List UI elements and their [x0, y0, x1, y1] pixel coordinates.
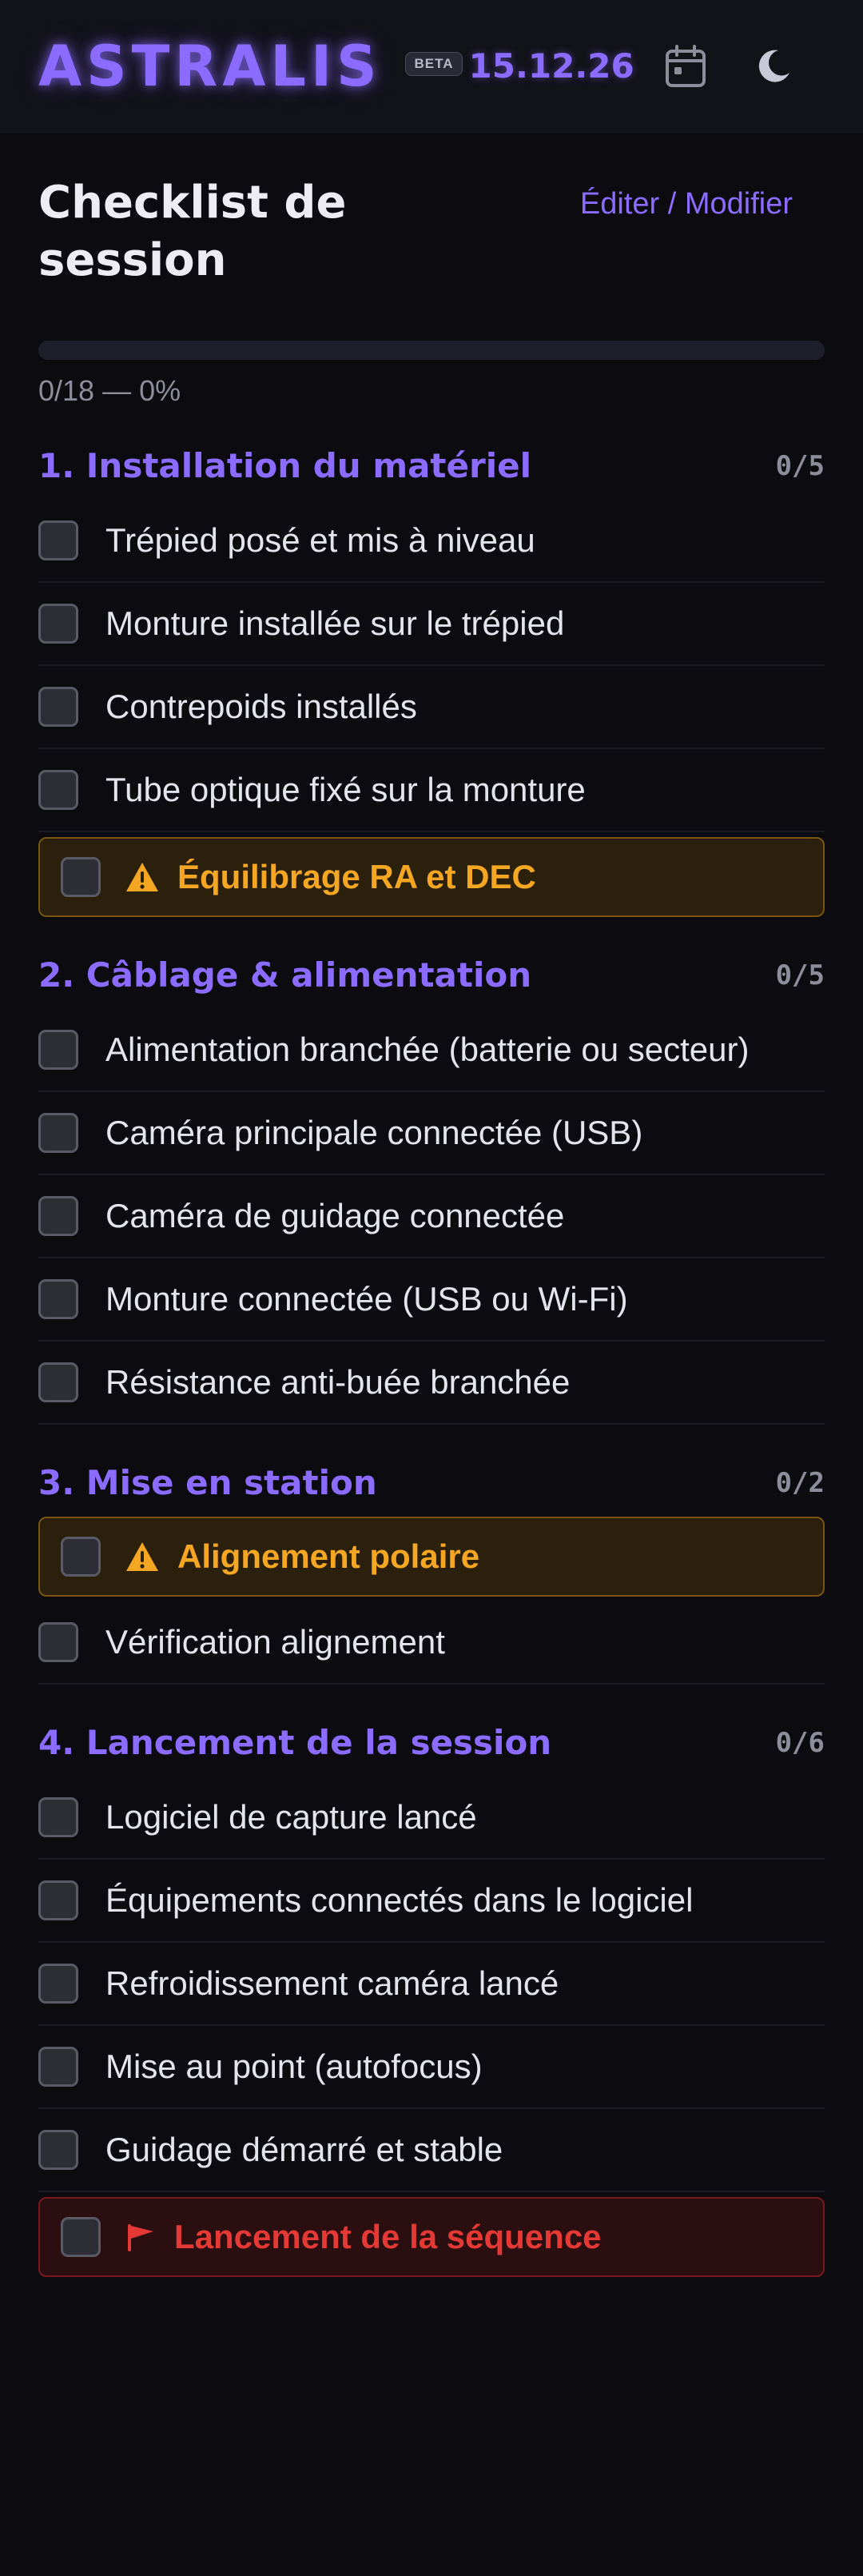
- section-header: 1. Installation du matériel 0/5: [38, 446, 825, 485]
- title-row: Checklist de session Éditer / Modifier: [38, 174, 825, 289]
- beta-badge: BETA: [405, 51, 463, 76]
- progress-text: 0/18 — 0%: [38, 374, 181, 407]
- app-logo[interactable]: ASTRALIS: [38, 38, 381, 94]
- section-header: 2. Câblage & alimentation 0/5: [38, 955, 825, 995]
- checklist-item-critical-danger[interactable]: Lancement de la séquence: [38, 2197, 825, 2277]
- checklist-item[interactable]: Tube optique fixé sur la monture: [38, 749, 825, 832]
- checklist-item-label: Monture installée sur le trépied: [105, 604, 565, 642]
- checklist-item[interactable]: Contrepoids installés: [38, 666, 825, 749]
- checklist-item[interactable]: Résistance anti-buée branchée: [38, 1342, 825, 1425]
- section-title: 3. Mise en station: [38, 1463, 377, 1502]
- checklist-item-label: Guidage démarré et stable: [105, 2131, 503, 2168]
- checklist-item[interactable]: Caméra de guidage connectée: [38, 1175, 825, 1258]
- section-title: 2. Câblage & alimentation: [38, 955, 532, 995]
- checklist-item-critical-warning[interactable]: Équilibrage RA et DEC: [38, 837, 825, 917]
- checklist-item[interactable]: Caméra principale connectée (USB): [38, 1092, 825, 1175]
- checklist-item-label: Caméra de guidage connectée: [105, 1197, 565, 1234]
- checklist-item-label: Contrepoids installés: [105, 688, 417, 725]
- checklist-item-label: Caméra principale connectée (USB): [105, 1114, 643, 1151]
- checklist-item-label: Lancement de la séquence: [174, 2218, 602, 2255]
- warning-icon: [126, 863, 158, 891]
- checklist-item-label: Tube optique fixé sur la monture: [105, 771, 586, 808]
- checkbox[interactable]: [38, 2047, 78, 2087]
- page-title: Checklist de session: [38, 177, 347, 286]
- checklist-item[interactable]: Logiciel de capture lancé: [38, 1776, 825, 1860]
- section-header: 4. Lancement de la session 0/6: [38, 1723, 825, 1762]
- checklist-item-label: Équipements connectés dans le logiciel: [105, 1881, 694, 1919]
- checklist-item[interactable]: Monture installée sur le trépied: [38, 583, 825, 666]
- checkbox[interactable]: [38, 1279, 78, 1319]
- checklist-item-label: Vérification alignement: [105, 1623, 445, 1661]
- checklist-item-label: Mise au point (autofocus): [105, 2048, 483, 2085]
- checklist-item-label: Résistance anti-buée branchée: [105, 1363, 571, 1401]
- section-header: 3. Mise en station 0/2: [38, 1463, 825, 1502]
- checklist-item-label: Alignement polaire: [177, 1537, 480, 1575]
- checklist-item[interactable]: Vérification alignement: [38, 1601, 825, 1685]
- session-date: 15.12.26: [468, 46, 634, 86]
- section-count: 0/5: [775, 449, 825, 482]
- checkbox[interactable]: [38, 1797, 78, 1837]
- checkbox[interactable]: [61, 857, 101, 897]
- checklist-item-label: Monture connectée (USB ou Wi-Fi): [105, 1280, 628, 1318]
- checklist-item-label: Logiciel de capture lancé: [105, 1798, 477, 1836]
- checkbox[interactable]: [38, 604, 78, 644]
- checklist-item[interactable]: Trépied posé et mis à niveau: [38, 500, 825, 583]
- checklist-item[interactable]: Mise au point (autofocus): [38, 2026, 825, 2109]
- checklist-sections: 1. Installation du matériel 0/5 Trépied po…: [38, 446, 825, 2277]
- flag-icon: [128, 2224, 153, 2251]
- checklist-item-label: Équilibrage RA et DEC: [177, 858, 536, 895]
- checklist-item-label: Alimentation branchée (batterie ou secte…: [105, 1031, 750, 1068]
- checkbox[interactable]: [38, 1030, 78, 1070]
- checkbox[interactable]: [38, 1964, 78, 2004]
- checklist-item-critical-warning[interactable]: Alignement polaire: [38, 1517, 825, 1597]
- checkbox[interactable]: [61, 1537, 101, 1577]
- section-count: 0/2: [775, 1466, 825, 1499]
- checklist-item[interactable]: Alimentation branchée (batterie ou secte…: [38, 1009, 825, 1092]
- section-count: 0/6: [775, 1726, 825, 1759]
- checklist-item[interactable]: Monture connectée (USB ou Wi-Fi): [38, 1258, 825, 1342]
- checkbox[interactable]: [38, 520, 78, 560]
- checklist-content: Checklist de session Éditer / Modifier 0…: [0, 174, 863, 2277]
- warning-icon: [126, 1542, 158, 1571]
- top-bar: ASTRALIS BETA 15.12.26: [0, 0, 863, 133]
- checklist-item-label: Trépied posé et mis à niveau: [105, 521, 535, 559]
- progress-bar: [38, 341, 825, 360]
- checkbox[interactable]: [38, 1196, 78, 1236]
- checkbox[interactable]: [61, 2217, 101, 2257]
- checklist-item[interactable]: Refroidissement caméra lancé: [38, 1943, 825, 2026]
- checklist-item[interactable]: Équipements connectés dans le logiciel: [38, 1860, 825, 1943]
- section-title: 1. Installation du matériel: [38, 446, 531, 485]
- calendar-icon[interactable]: [662, 42, 710, 90]
- checkbox[interactable]: [38, 1880, 78, 1920]
- section-count: 0/5: [775, 959, 825, 991]
- edit-button[interactable]: Éditer / Modifier: [580, 187, 793, 221]
- checklist-item-label: Refroidissement caméra lancé: [105, 1964, 559, 2002]
- checklist-item[interactable]: Guidage démarré et stable: [38, 2109, 825, 2192]
- checkbox[interactable]: [38, 1362, 78, 1402]
- checkbox[interactable]: [38, 687, 78, 727]
- checkbox[interactable]: [38, 1113, 78, 1153]
- checkbox[interactable]: [38, 1622, 78, 1662]
- checkbox[interactable]: [38, 2130, 78, 2170]
- checkbox[interactable]: [38, 770, 78, 810]
- moon-icon[interactable]: [750, 42, 797, 90]
- section-title: 4. Lancement de la session: [38, 1723, 552, 1762]
